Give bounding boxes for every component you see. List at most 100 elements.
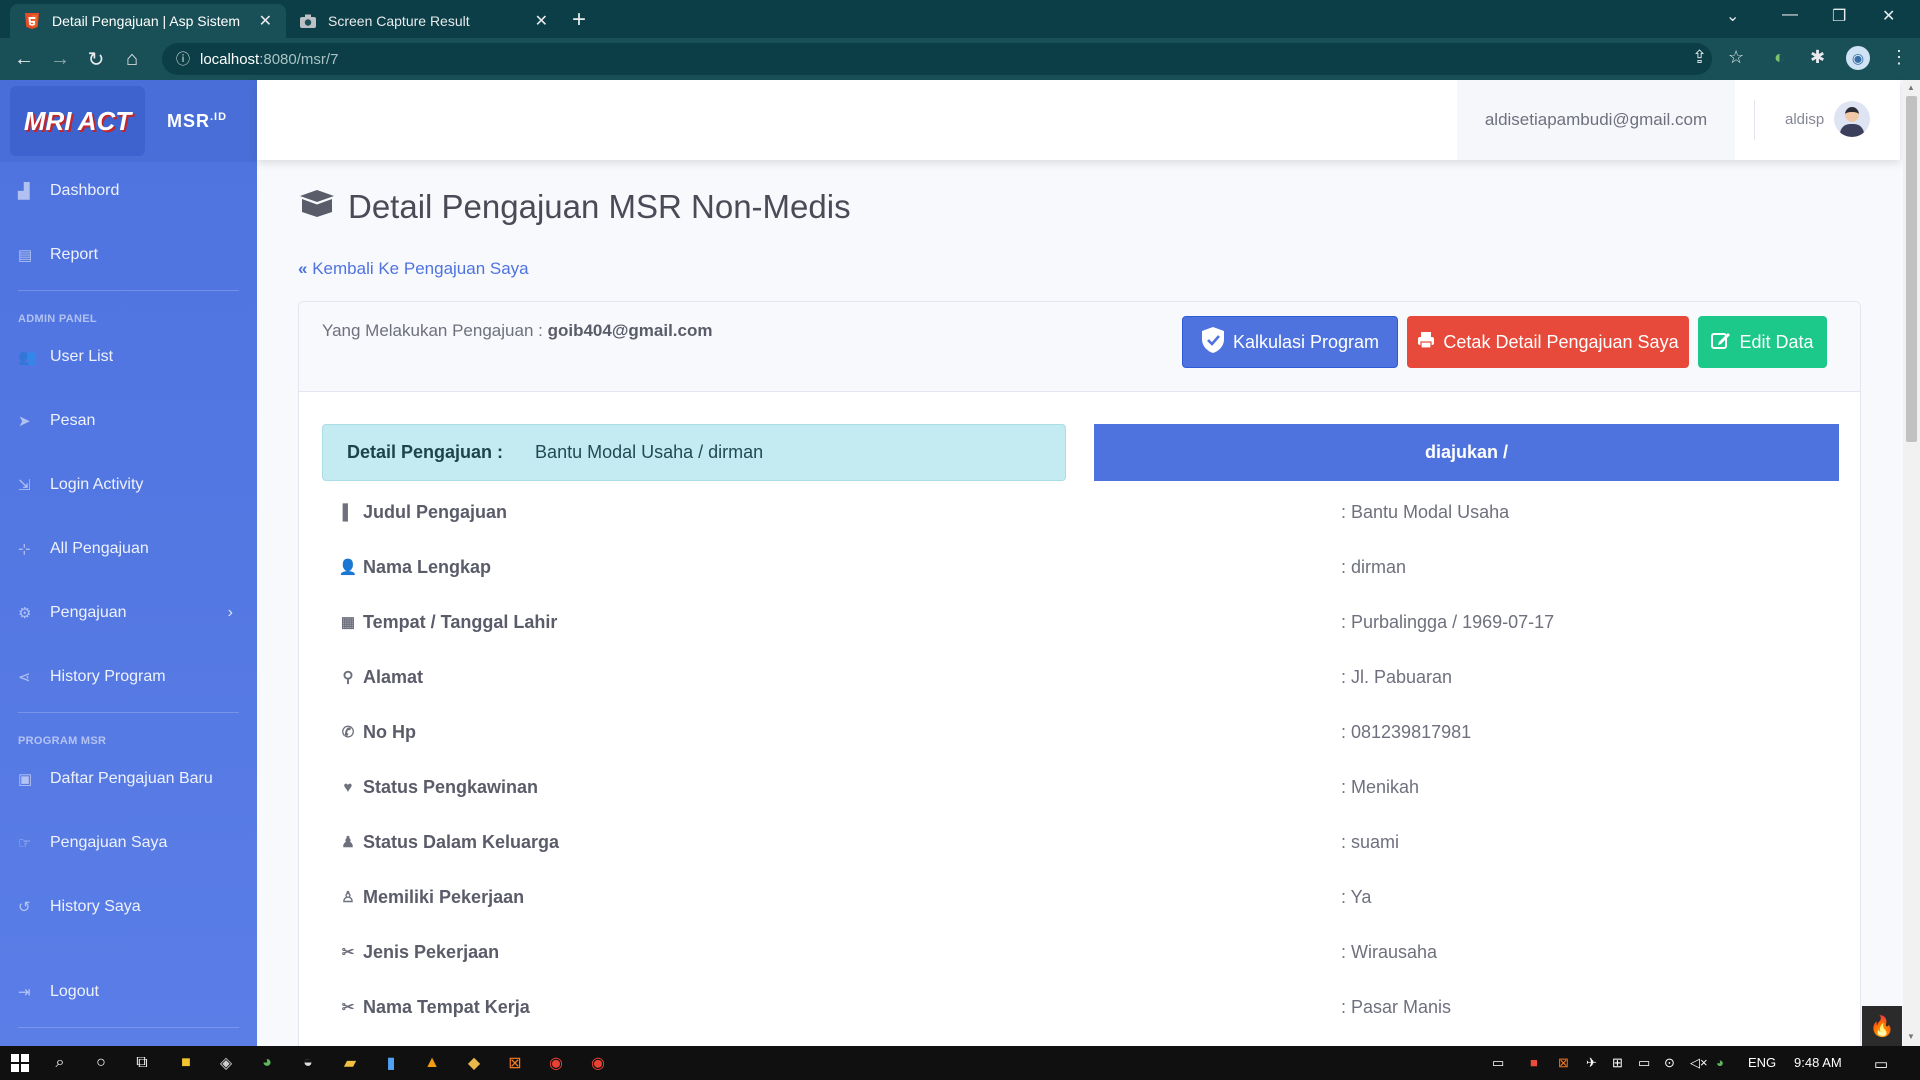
taskbar: ⌕ ○ ⧉ ■ ◈ ◕ ◒ ▰ ▮ ▲ ◆ ⊠ ◉ ◉ ▭ ■ ⊠ ✈ ⊞ ▭ … [0, 1046, 1920, 1080]
avatar[interactable] [1834, 101, 1870, 137]
sidebar-item-label: Dashbord [50, 182, 120, 199]
url-input[interactable]: ⓘ localhost:8080/msr/7 [162, 43, 1712, 75]
tray-icon[interactable]: ▭ [1492, 1055, 1504, 1071]
search-icon[interactable]: ⌕ [50, 1053, 70, 1073]
forward-arrow-icon[interactable]: → [42, 48, 78, 71]
extension-icon[interactable]: ◐ [1774, 47, 1785, 68]
sidebar-item-label: Pesan [50, 412, 96, 429]
app-icon[interactable]: ◒ [298, 1053, 318, 1073]
puzzle-icon[interactable]: ✱ [1810, 47, 1825, 68]
back-arrow-icon[interactable]: ← [6, 48, 42, 71]
new-tab-icon[interactable]: + [572, 6, 586, 34]
app-icon[interactable]: ◆ [464, 1053, 484, 1073]
profile-icon[interactable]: ◉ [1846, 46, 1870, 70]
info-circle-icon[interactable]: ⓘ [176, 49, 190, 69]
chrome-icon[interactable]: ◉ [546, 1053, 566, 1073]
sidebar-item-pengajuan[interactable]: ⚙ Pengajuan › [0, 604, 257, 622]
scroll-up-icon[interactable]: ▲ [1907, 83, 1915, 92]
tray-icon[interactable]: ◕ [1716, 1055, 1724, 1070]
sidebar-item-login-activity[interactable]: ⇲ Login Activity [0, 476, 257, 494]
sidebar: MRI ACT MSR.ID ▟ Dashbord ▤ Report ADMIN… [0, 80, 257, 1046]
vlc-icon[interactable]: ▲ [422, 1053, 442, 1073]
fire-icon[interactable]: 🔥 [1862, 1006, 1902, 1046]
history-icon: ↺ [18, 899, 31, 916]
login-icon: ⇲ [18, 477, 31, 494]
back-link[interactable]: « Kembali Ke Pengajuan Saya [298, 259, 529, 279]
sticky-notes-icon[interactable]: ■ [176, 1053, 196, 1073]
sitemap-icon: ⊹ [18, 541, 31, 558]
tray-icon[interactable]: ⊙ [1664, 1055, 1675, 1071]
close-tab-icon[interactable]: ✕ [535, 11, 548, 31]
tray-icon[interactable]: ⊠ [1558, 1055, 1569, 1071]
submitter-email: goib404@gmail.com [547, 321, 713, 340]
sidebar-item-history-program[interactable]: ⋖ History Program [0, 668, 257, 686]
username[interactable]: aldisp [1785, 111, 1824, 128]
sidebar-item-pengajuan-saya[interactable]: ☞ Pengajuan Saya [0, 834, 257, 852]
box-open-icon [298, 188, 336, 226]
menu-dots-icon[interactable]: ⋮ [1890, 47, 1908, 68]
sidebar-item-user-list[interactable]: 👥 User List [0, 348, 257, 366]
calendar-icon: ▦ [340, 614, 356, 631]
sidebar-item-pesan[interactable]: ➤ Pesan [0, 412, 257, 430]
paper-plane-icon: ➤ [18, 413, 31, 430]
sidebar-item-dashbord[interactable]: ▟ Dashbord [0, 182, 257, 200]
reload-icon[interactable]: ↻ [78, 47, 114, 72]
scrollbar-thumb[interactable] [1906, 96, 1917, 442]
cortana-icon[interactable]: ○ [91, 1053, 111, 1073]
clock[interactable]: 9:48 AM [1794, 1055, 1842, 1070]
kalkulasi-program-button[interactable]: Kalkulasi Program [1182, 316, 1398, 368]
notification-icon[interactable]: ▭ [1874, 1055, 1888, 1073]
person-icon: ♟ [341, 834, 355, 851]
battery-icon[interactable]: ▭ [1638, 1055, 1650, 1071]
app-icon[interactable]: ◈ [216, 1053, 236, 1073]
topbar: aldisetiapambudi@gmail.com aldisp [257, 80, 1900, 160]
volume-icon[interactable]: ◁× [1690, 1055, 1708, 1071]
dashboard-icon: ▟ [18, 183, 30, 200]
topbar-divider [1754, 100, 1755, 140]
app-icon[interactable]: ▮ [381, 1053, 401, 1073]
share-icon: ⋖ [18, 669, 31, 686]
url-path: :8080/msr/7 [259, 50, 339, 68]
sidebar-item-history-saya[interactable]: ↺ History Saya [0, 898, 257, 916]
scroll-down-icon[interactable]: ▼ [1907, 1032, 1915, 1041]
camera-icon [300, 13, 316, 29]
tray-icon[interactable]: ■ [1530, 1055, 1538, 1070]
tray-icon[interactable]: ✈ [1586, 1055, 1597, 1071]
sidebar-item-report[interactable]: ▤ Report [0, 246, 257, 264]
task-view-icon[interactable]: ⧉ [132, 1053, 152, 1073]
share-page-icon[interactable]: ⇪ [1692, 47, 1707, 68]
sidebar-brand[interactable]: MRI ACT MSR.ID [0, 80, 257, 162]
heart-icon: ♥ [343, 778, 353, 796]
tab-search-icon[interactable]: ⌄ [1726, 6, 1739, 26]
users-icon: 👥 [18, 349, 37, 366]
brand-name: MSR.ID [167, 110, 228, 131]
sidebar-item-all-pengajuan[interactable]: ⊹ All Pengajuan [0, 540, 257, 558]
windows-start-icon[interactable] [10, 1053, 30, 1073]
app-icon[interactable]: ◕ [257, 1053, 277, 1073]
xampp-icon[interactable]: ⊠ [505, 1053, 525, 1073]
sidebar-item-daftar-pengajuan-baru[interactable]: ▣ Daftar Pengajuan Baru [0, 770, 257, 788]
minimize-icon[interactable]: — [1782, 6, 1798, 24]
sidebar-item-logout[interactable]: ⇥ Logout [0, 983, 257, 1001]
tools-icon: ✂ [341, 944, 355, 961]
tab-screen-capture[interactable]: Screen Capture Result ✕ [286, 4, 562, 38]
card-header: Yang Melakukan Pengajuan : goib404@gmail… [299, 302, 1860, 392]
close-tab-icon[interactable]: ✕ [259, 11, 272, 31]
page-scrollbar[interactable]: ▲ ▼ [1903, 80, 1920, 1046]
report-icon: ▤ [18, 247, 33, 264]
tab-title: Screen Capture Result [328, 13, 470, 29]
user-email: aldisetiapambudi@gmail.com [1457, 80, 1735, 160]
tray-icon[interactable]: ⊞ [1612, 1055, 1623, 1071]
file-explorer-icon[interactable]: ▰ [340, 1053, 360, 1073]
edit-data-button[interactable]: Edit Data [1698, 316, 1827, 368]
sidebar-heading-program: PROGRAM MSR [18, 735, 107, 747]
detail-row: 👤 Nama Lengkap : dirman [338, 556, 1407, 577]
restore-icon[interactable]: ❐ [1832, 6, 1846, 26]
tab-detail-pengajuan[interactable]: Detail Pengajuan | Asp Sistem ✕ [10, 4, 286, 38]
close-window-icon[interactable]: ✕ [1882, 6, 1895, 26]
cetak-detail-button[interactable]: Cetak Detail Pengajuan Saya [1407, 316, 1689, 368]
bookmark-star-icon[interactable]: ☆ [1728, 47, 1744, 68]
language-indicator[interactable]: ENG [1748, 1055, 1776, 1070]
chrome-icon[interactable]: ◉ [588, 1053, 608, 1073]
home-icon[interactable]: ⌂ [114, 48, 150, 71]
